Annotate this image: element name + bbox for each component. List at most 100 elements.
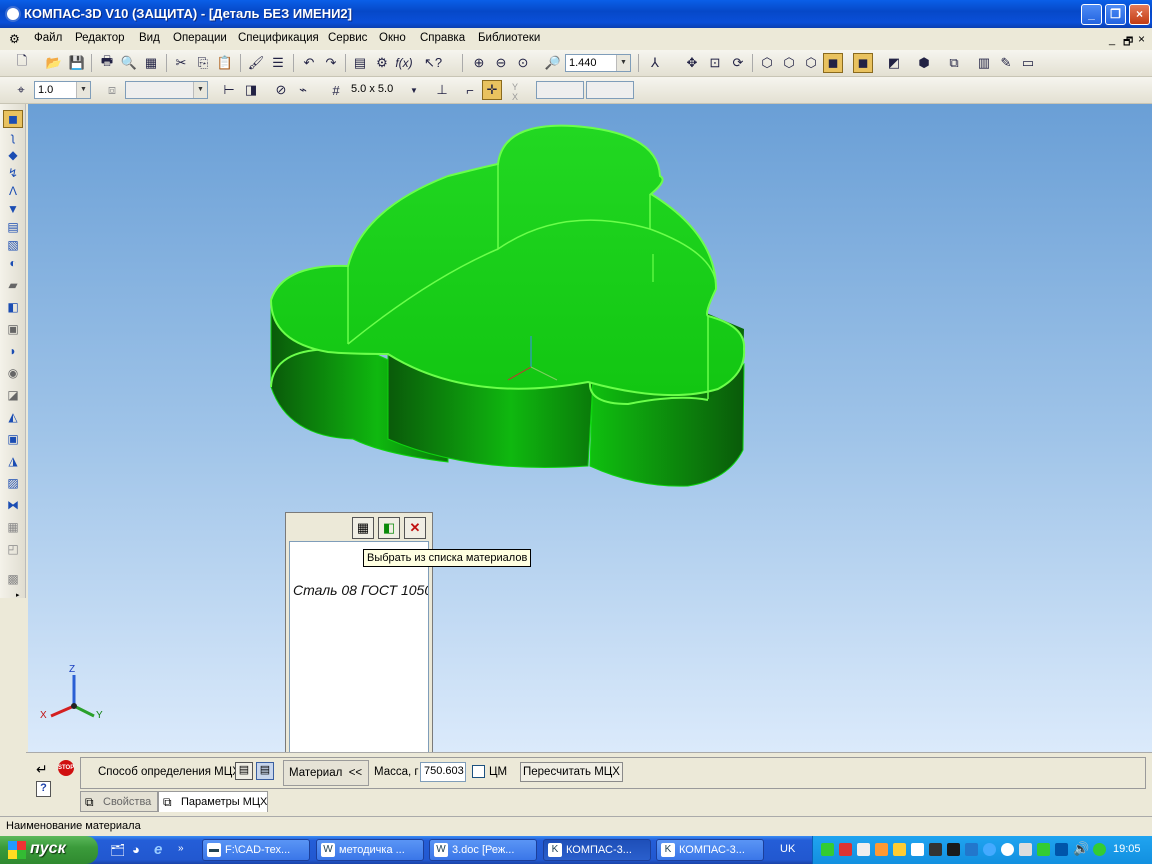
menu-file[interactable]: Файл — [34, 32, 62, 44]
specification-icon[interactable]: ▧ — [3, 236, 23, 254]
mdi-minimize-button[interactable]: _ — [1109, 34, 1115, 46]
task-word-2[interactable]: W 3.doc [Реж... — [429, 839, 537, 861]
print-icon[interactable]: 🖶 — [97, 53, 117, 73]
tray-monitor-icon[interactable] — [929, 843, 942, 856]
menu-edit[interactable]: Редактор — [75, 32, 125, 44]
mirror-icon[interactable]: ⧓ — [3, 496, 23, 514]
maximize-button[interactable]: ❐ — [1105, 4, 1126, 25]
report-icon[interactable]: ▥ — [974, 53, 994, 73]
chamfer-icon[interactable]: ◭ — [3, 408, 23, 426]
menu-libraries[interactable]: Библиотеки — [478, 32, 540, 44]
axis-icon[interactable]: ⊥ — [432, 80, 452, 100]
redo-icon[interactable]: ↷ — [321, 53, 341, 73]
tray-volume-icon[interactable]: 🔊 — [1073, 841, 1089, 857]
cm-checkbox[interactable] — [472, 765, 485, 778]
bend-icon[interactable]: ◰ — [3, 540, 23, 558]
function-icon[interactable]: f(x) — [394, 53, 414, 73]
start-button[interactable]: пуск — [0, 836, 98, 864]
format-brush-icon[interactable]: 🖌 — [246, 53, 266, 73]
zoom-fit-icon[interactable]: ⊙ — [513, 53, 533, 73]
zoom-combo[interactable]: 1.440 ▼ — [565, 54, 631, 72]
edit-pen-icon[interactable]: ✎ — [996, 53, 1016, 73]
paste-icon[interactable]: 📋 — [215, 53, 235, 73]
zoom-scale-icon[interactable]: 🔎 — [543, 53, 563, 73]
properties-icon[interactable]: ▦ — [141, 53, 161, 73]
local-cs-icon[interactable]: ⊢ — [219, 80, 239, 100]
hidden-thin-icon[interactable]: ⬡ — [801, 53, 821, 73]
orient-icon[interactable]: ◨ — [241, 80, 261, 100]
cut-icon[interactable]: ✂ — [171, 53, 191, 73]
save-icon[interactable]: 💾 — [67, 53, 87, 73]
undo-icon[interactable]: ↶ — [299, 53, 319, 73]
measure-icon[interactable]: ▤ — [3, 218, 23, 236]
tray-clock-app-icon[interactable] — [1001, 843, 1014, 856]
zoom-out-icon[interactable]: ⊖ — [491, 53, 511, 73]
quicklaunch-arrow-icon[interactable]: » — [178, 843, 184, 854]
menu-help[interactable]: Справка — [420, 32, 465, 44]
orientation-icon[interactable]: ⅄ — [645, 53, 665, 73]
menu-service[interactable]: Сервис — [328, 32, 367, 44]
snap-icon[interactable]: ⊘ — [271, 80, 291, 100]
grid-icon[interactable]: # — [326, 80, 346, 100]
tray-folder-icon[interactable] — [893, 843, 906, 856]
part-model[interactable] — [28, 104, 1152, 752]
chevron-down-icon[interactable]: ▼ — [76, 82, 90, 98]
hole-icon[interactable]: ◉ — [3, 364, 23, 382]
spatial-curves-icon[interactable]: ↯ — [3, 164, 23, 182]
step-combo[interactable]: 1.0 ▼ — [34, 81, 91, 99]
chevron-down-icon[interactable]: ▼ — [616, 55, 630, 71]
kinematic-icon[interactable]: ▣ — [3, 320, 23, 338]
snap-grid-icon[interactable]: ✛ — [482, 80, 502, 100]
task-word-1[interactable]: Wметодичка ... — [316, 839, 424, 861]
section-icon[interactable]: ▨ — [3, 474, 23, 492]
rotate-icon[interactable]: ⟳ — [728, 53, 748, 73]
tray-black-icon[interactable] — [947, 843, 960, 856]
aux-geometry-icon[interactable]: Ʌ — [3, 182, 23, 200]
fit-all-icon[interactable]: ⊡ — [705, 53, 725, 73]
wireframe-icon[interactable]: ⬡ — [757, 53, 777, 73]
monitor-icon[interactable]: ▭ — [1018, 53, 1038, 73]
close-panel-button[interactable]: ✕ — [404, 517, 426, 539]
shell-icon[interactable]: ▣ — [3, 430, 23, 448]
copy-icon[interactable]: ⎘ — [193, 53, 213, 73]
method-auto-icon[interactable]: ▤ — [235, 762, 253, 780]
tray-tool-icon[interactable] — [857, 843, 870, 856]
task-kompas-2[interactable]: K КОМПАС-3... — [656, 839, 764, 861]
perspective-icon[interactable]: ◩ — [884, 53, 904, 73]
model-viewport[interactable]: Z X Y — [28, 104, 1152, 752]
tray-bluetooth-icon[interactable] — [1055, 843, 1068, 856]
mdi-close-button[interactable]: × — [1138, 32, 1145, 46]
rib-icon[interactable]: ◮ — [3, 452, 23, 470]
manager-icon[interactable]: ▤ — [350, 53, 370, 73]
method-manual-icon[interactable]: ▤ — [256, 762, 274, 780]
library-icon[interactable]: ▩ — [3, 570, 23, 588]
context-help-icon[interactable]: ↖? — [423, 53, 443, 73]
material-list-button[interactable]: ▦ — [352, 517, 374, 539]
new-file-icon[interactable]: 🗋 — [12, 53, 32, 73]
variables-icon[interactable]: ⚙ — [372, 53, 392, 73]
tray-app-icon[interactable] — [821, 843, 834, 856]
mass-field[interactable]: 750.603 — [420, 762, 466, 782]
stop-icon[interactable]: STOP — [58, 760, 74, 776]
tray-printer-icon[interactable] — [1019, 843, 1032, 856]
chevron-down-icon[interactable]: ▼ — [404, 80, 424, 100]
recalc-button[interactable]: Пересчитать МЦХ — [520, 762, 623, 782]
list-icon[interactable]: ☰ — [268, 53, 288, 73]
tray-safe-remove-icon[interactable] — [1093, 843, 1106, 856]
ortho-icon[interactable]: ⌐ — [460, 80, 480, 100]
quicklaunch-ie-icon[interactable]: e — [154, 841, 162, 858]
shaded-icon[interactable]: ◼ — [823, 53, 843, 73]
language-indicator[interactable]: UK — [780, 843, 795, 855]
tray-info-icon[interactable] — [911, 843, 924, 856]
quicklaunch-desktop-icon[interactable]: ◕ — [132, 842, 140, 857]
minimize-button[interactable]: _ — [1081, 4, 1102, 25]
tab-mcx-params[interactable]: ⧉ Параметры МЦХ — [158, 791, 268, 812]
fillet-icon[interactable]: ◪ — [3, 386, 23, 404]
task-kompas-1[interactable]: K КОМПАС-3... — [543, 839, 651, 861]
reports-icon[interactable]: ◐ — [3, 254, 23, 272]
material-toggle-button[interactable]: Материал << — [289, 767, 362, 779]
menu-operations[interactable]: Операции — [173, 32, 227, 44]
tray-usb-icon[interactable] — [965, 843, 978, 856]
enter-icon[interactable]: ↵ — [36, 761, 48, 778]
material-library-button[interactable]: ◧ — [378, 517, 400, 539]
